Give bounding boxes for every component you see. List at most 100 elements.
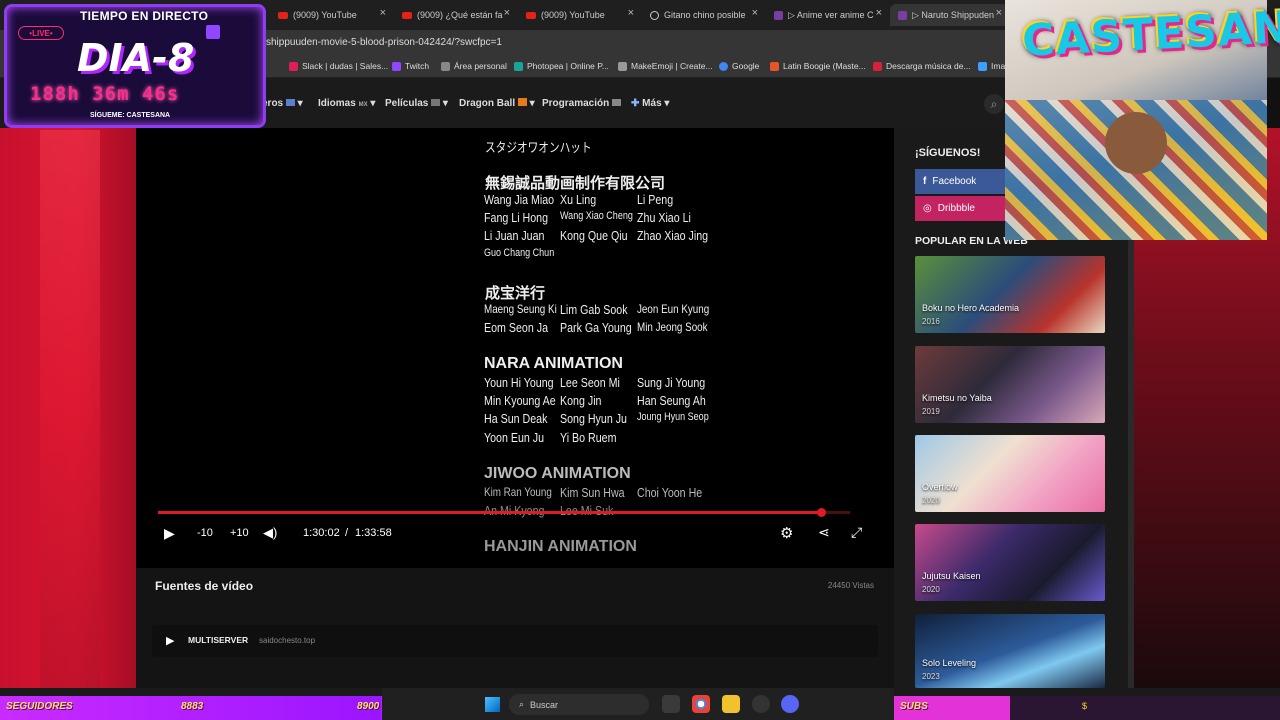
video-progress-handle[interactable]: [817, 508, 826, 517]
credit-name: Lee Seon Mi: [560, 375, 620, 390]
credit-name: Kong Que Qiu: [560, 228, 628, 243]
nav-item-peliculas[interactable]: Películas ▾: [385, 98, 448, 109]
card-title: Solo Leveling: [922, 658, 977, 668]
credit-name: Choi Yoon He: [637, 485, 703, 500]
anime-site-icon: [898, 10, 907, 20]
credit-studio: HANJIN ANIMATION: [484, 538, 637, 555]
anime-card[interactable]: Jujutsu Kaisen 2020: [915, 524, 1105, 601]
credit-name: Fang Li Hong: [484, 210, 549, 225]
close-tab-icon[interactable]: ×: [628, 7, 634, 19]
nav-item-idiomas[interactable]: Idiomas MX ▾: [318, 98, 375, 109]
nav-label: Más: [642, 98, 662, 109]
credit-studio: NARA ANIMATION: [484, 355, 623, 372]
bookmark-item[interactable]: Twitch: [392, 61, 429, 71]
credit-name: Min Jeong Sook: [637, 320, 708, 334]
youtube-icon: [278, 11, 288, 19]
bookmark-item[interactable]: MakeEmoji | Create...: [618, 61, 713, 71]
credit-line: スタジオワオンハット: [485, 140, 592, 155]
credit-name: Maeng Seung Ki: [484, 302, 557, 316]
credit-name: Han Seung Ah: [637, 393, 706, 408]
fullscreen-button[interactable]: ⤢: [851, 524, 862, 541]
dragon-ball-icon: [517, 98, 527, 106]
credit-name: Ha Sun Deak: [484, 411, 548, 426]
anime-card[interactable]: Overflow 2020: [915, 435, 1105, 512]
view-count: 24450 Vistas: [827, 581, 874, 590]
sidebar-scrollbar[interactable]: [1128, 240, 1134, 688]
card-title: Jujutsu Kaisen: [922, 571, 981, 581]
close-tab-icon[interactable]: ×: [380, 7, 386, 19]
facebook-button[interactable]: f Facebook: [915, 169, 1010, 194]
nav-item-generos[interactable]: eros ▾: [262, 98, 303, 109]
credit-name: Song Hyun Ju: [560, 411, 627, 426]
bookmark-item[interactable]: Área personal: [441, 61, 507, 71]
youtube-icon: [402, 11, 412, 19]
credit-name: Youn Hi Young: [484, 375, 554, 390]
duration: 1:33:58: [355, 527, 392, 539]
bookmark-item[interactable]: Ima: [978, 61, 1005, 71]
facebook-icon: f: [923, 176, 927, 187]
browser-tab[interactable]: (9009) ¿Qué están fa ×: [394, 4, 516, 26]
bookmark-item[interactable]: Google: [719, 61, 759, 71]
search-button[interactable]: ⌕: [984, 94, 1004, 114]
tab-label: ▷ Anime ver anime C: [788, 9, 874, 20]
credit-name: Joung Hyun Seop: [637, 411, 709, 423]
bookmark-item[interactable]: Latin Boogie (Maste...: [770, 61, 866, 71]
share-button[interactable]: ⋖: [818, 524, 830, 541]
credit-name: Sung Ji Young: [637, 375, 706, 390]
card-title: Kimetsu no Yaiba: [922, 393, 992, 403]
anime-card[interactable]: Solo Leveling 2023: [915, 614, 1105, 688]
credit-name: Jeon Eun Kyung: [637, 302, 710, 316]
server-label[interactable]: MULTISERVER: [188, 635, 248, 645]
credit-name: Yoon Eun Ju: [484, 430, 545, 445]
server-play-icon[interactable]: ▶: [166, 634, 174, 647]
settings-button[interactable]: ⚙: [780, 524, 793, 542]
browser-tab[interactable]: (9009) YouTube ×: [270, 4, 392, 26]
flag-icon: [285, 99, 295, 106]
social-label: Facebook: [932, 176, 977, 187]
close-tab-icon[interactable]: ×: [752, 7, 758, 19]
time-separator: /: [345, 527, 349, 539]
task-view-icon[interactable]: [662, 695, 680, 713]
subs-goal-marker: $: [1082, 701, 1088, 711]
close-tab-icon[interactable]: ×: [996, 7, 1002, 19]
volume-button[interactable]: ◀): [263, 525, 277, 541]
browser-tab[interactable]: Gitano chino posible ×: [642, 4, 764, 26]
live-badge: •LIVE•: [18, 26, 64, 40]
discord-icon[interactable]: [781, 695, 799, 713]
close-tab-icon[interactable]: ×: [504, 7, 510, 19]
credit-name: Li Juan Juan: [484, 228, 545, 243]
file-explorer-icon[interactable]: [722, 695, 740, 713]
credit-name: Wang Jia Miao: [484, 192, 555, 207]
close-tab-icon[interactable]: ×: [876, 7, 882, 19]
bookmark-item[interactable]: Slack | dudas | Sales...: [289, 61, 388, 71]
bookmark-item[interactable]: Descarga música de...: [873, 61, 971, 71]
start-button[interactable]: [485, 697, 500, 712]
nav-item-programacion[interactable]: Programación: [542, 98, 622, 109]
browser-tab-active[interactable]: ▷ Naruto Shippuden ×: [890, 4, 1008, 26]
play-button[interactable]: ▶: [164, 525, 175, 542]
chrome-icon[interactable]: [692, 695, 710, 713]
nav-suffix: MX: [358, 102, 368, 108]
browser-tab[interactable]: (9009) YouTube ×: [518, 4, 640, 26]
bookmark-item[interactable]: Photopea | Online P...: [514, 61, 609, 71]
rewind-10-button[interactable]: -10: [197, 527, 213, 539]
address-bar-url[interactable]: shippuuden-movie-5-blood-prison-042424/?…: [266, 37, 502, 48]
credit-name: Guo Chang Chun: [484, 247, 555, 259]
bookmark-label: MakeEmoji | Create...: [631, 61, 713, 71]
credit-name: Wang Xiao Cheng: [560, 210, 633, 222]
anime-card[interactable]: Kimetsu no Yaiba 2019: [915, 346, 1105, 423]
bookmark-label: Google: [732, 61, 760, 71]
tab-label: Gitano chino posible: [664, 10, 746, 20]
search-icon: ⌕: [519, 699, 525, 709]
anime-card[interactable]: Boku no Hero Academia 2016: [915, 256, 1105, 333]
dribbble-button[interactable]: ◎ Dribbble: [915, 196, 1010, 221]
obs-icon[interactable]: [752, 695, 770, 713]
nav-label: Películas: [385, 98, 429, 109]
browser-tab[interactable]: ▷ Anime ver anime C ×: [766, 4, 888, 26]
taskbar-search[interactable]: ⌕ Buscar: [509, 694, 649, 715]
nav-item-mas[interactable]: ✚ Más ▾: [631, 98, 669, 109]
forward-10-button[interactable]: +10: [230, 527, 249, 539]
bookmark-label: Latin Boogie (Maste...: [783, 61, 866, 71]
bookmark-label: Slack | dudas | Sales...: [302, 61, 389, 71]
nav-item-dragon-ball[interactable]: Dragon Ball ▾: [459, 98, 535, 109]
